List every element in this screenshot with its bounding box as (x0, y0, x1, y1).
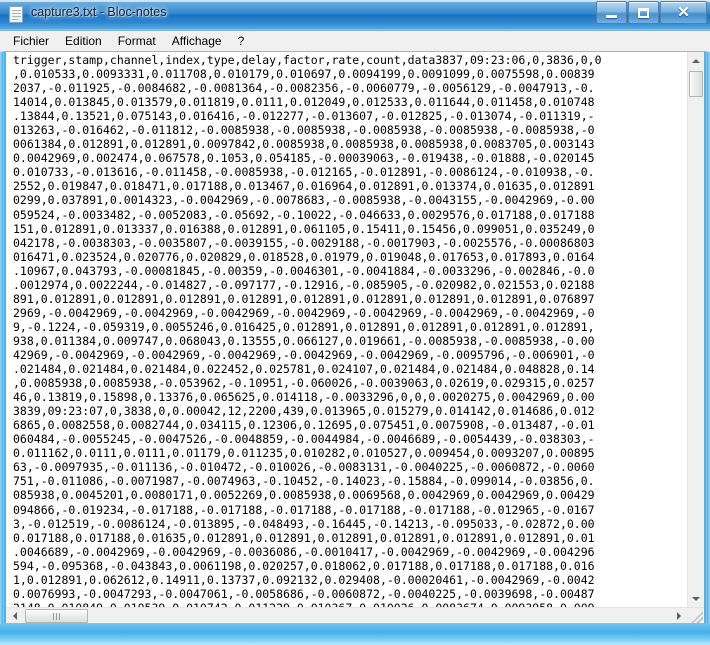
notepad-window: capture3.txt - Bloc-notes ✕ Fichier Edit… (0, 0, 710, 645)
text-editor[interactable]: trigger,stamp,channel,index,type,delay,f… (6, 52, 687, 607)
maximize-icon (629, 2, 658, 23)
minimize-icon (597, 2, 626, 23)
window-border-bottom (0, 624, 710, 645)
editor-text-content: trigger,stamp,channel,index,type,delay,f… (13, 53, 602, 607)
menu-item-fichier[interactable]: Fichier (5, 32, 57, 51)
window-size-grip[interactable] (689, 609, 703, 623)
window-title: capture3.txt - Bloc-notes (31, 5, 167, 19)
scroll-left-button[interactable] (6, 608, 23, 624)
menu-item-help[interactable]: ? (230, 32, 253, 51)
notepad-document-icon (9, 6, 23, 23)
scroll-up-arrow-icon (692, 58, 700, 63)
menu-bar: Fichier Edition Format Affichage ? (0, 31, 710, 52)
window-titlebar[interactable]: capture3.txt - Bloc-notes ✕ (0, 0, 710, 31)
horizontal-scrollbar[interactable] (6, 607, 704, 624)
close-icon: ✕ (677, 4, 690, 21)
scroll-right-arrow-icon (676, 612, 681, 620)
scroll-down-button[interactable] (688, 590, 704, 607)
scroll-down-arrow-icon (692, 596, 700, 601)
editor-client-area: trigger,stamp,channel,index,type,delay,f… (3, 52, 707, 624)
menu-item-affichage[interactable]: Affichage (164, 32, 230, 51)
caption-button-group: ✕ (595, 1, 707, 24)
scroll-right-button[interactable] (670, 608, 687, 624)
vertical-scrollbar[interactable] (687, 52, 704, 607)
scroll-left-arrow-icon (12, 612, 17, 620)
scroll-up-button[interactable] (688, 52, 704, 69)
vertical-scrollbar-thumb[interactable] (689, 71, 703, 97)
horizontal-scrollbar-thumb[interactable] (25, 609, 88, 623)
menu-item-format[interactable]: Format (110, 32, 164, 51)
close-button[interactable]: ✕ (660, 1, 707, 24)
scrollbar-grip-icon (53, 612, 60, 620)
minimize-button[interactable] (596, 1, 627, 24)
menu-item-edition[interactable]: Edition (57, 32, 110, 51)
desktop-background: capture3.txt - Bloc-notes ✕ Fichier Edit… (0, 0, 710, 645)
maximize-button[interactable] (628, 1, 659, 24)
